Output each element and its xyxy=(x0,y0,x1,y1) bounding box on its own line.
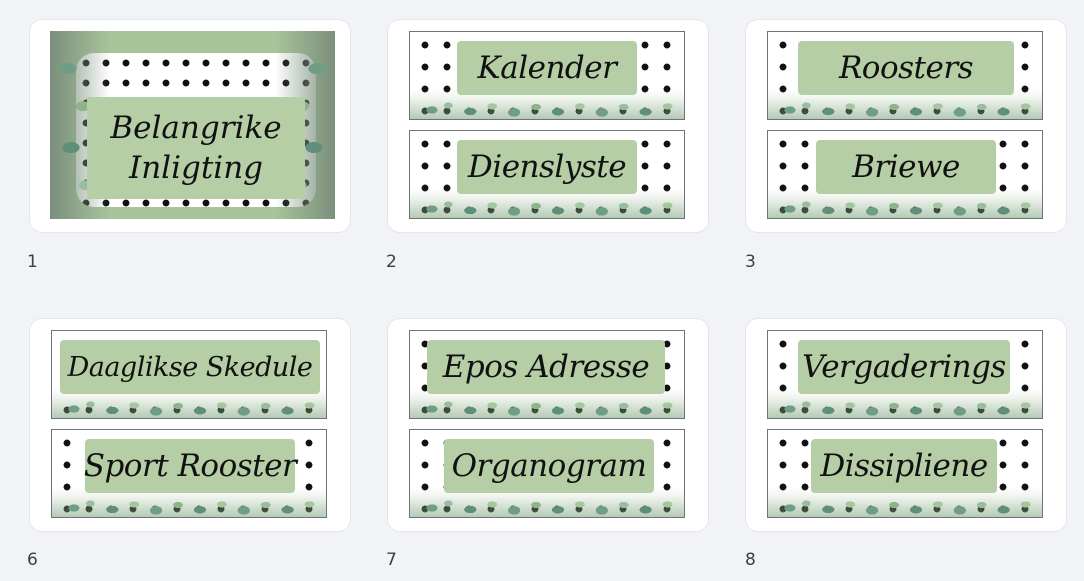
banner-label: Epos Adresse xyxy=(427,340,665,394)
banner-organogram: Organogram xyxy=(409,429,685,518)
page-number: 8 xyxy=(745,550,756,570)
banner-sport-rooster: Sport Rooster xyxy=(51,429,327,518)
poster-belangrike-inligting: Belangrike Inligting xyxy=(50,31,335,219)
banner-label: Sport Rooster xyxy=(84,439,297,493)
banner-daaglikse-skedule: Daaglikse Skedule xyxy=(51,330,327,419)
banner-label: Dissipliene xyxy=(811,439,997,493)
poster-label: Belangrike Inligting xyxy=(87,97,305,199)
page-thumbnail-2[interactable]: Kalender Dienslyste xyxy=(388,20,708,232)
page-number: 6 xyxy=(27,550,38,570)
page-thumbnail-1[interactable]: Belangrike Inligting xyxy=(30,20,350,232)
banner-kalender: Kalender xyxy=(409,31,685,120)
banner-label: Organogram xyxy=(444,439,654,493)
banner-label: Kalender xyxy=(457,41,637,95)
page-thumbnail-6[interactable]: Daaglikse Skedule Sport Rooster xyxy=(30,319,350,531)
poster-line-2: Inligting xyxy=(128,150,264,186)
page-number: 3 xyxy=(745,252,756,272)
page-number: 2 xyxy=(386,252,397,272)
page-number: 7 xyxy=(386,550,397,570)
poster-line-1: Belangrike xyxy=(110,110,282,146)
banner-briewe: Briewe xyxy=(767,130,1043,219)
page-number: 1 xyxy=(27,252,38,272)
banner-label: Dienslyste xyxy=(457,140,637,194)
banner-epos-adresse: Epos Adresse xyxy=(409,330,685,419)
banner-label: Briewe xyxy=(816,140,996,194)
banner-dienslyste: Dienslyste xyxy=(409,130,685,219)
banner-dissipliene: Dissipliene xyxy=(767,429,1043,518)
banner-roosters: Roosters xyxy=(767,31,1043,120)
page-thumbnail-7[interactable]: Epos Adresse Organogram xyxy=(388,319,708,531)
page-thumbnail-8[interactable]: Vergaderings Dissipliene xyxy=(746,319,1066,531)
banner-label: Roosters xyxy=(798,41,1014,95)
banner-label: Daaglikse Skedule xyxy=(60,340,320,394)
page-thumbnail-3[interactable]: Roosters Briewe xyxy=(746,20,1066,232)
banner-label: Vergaderings xyxy=(798,340,1010,394)
banner-vergaderings: Vergaderings xyxy=(767,330,1043,419)
